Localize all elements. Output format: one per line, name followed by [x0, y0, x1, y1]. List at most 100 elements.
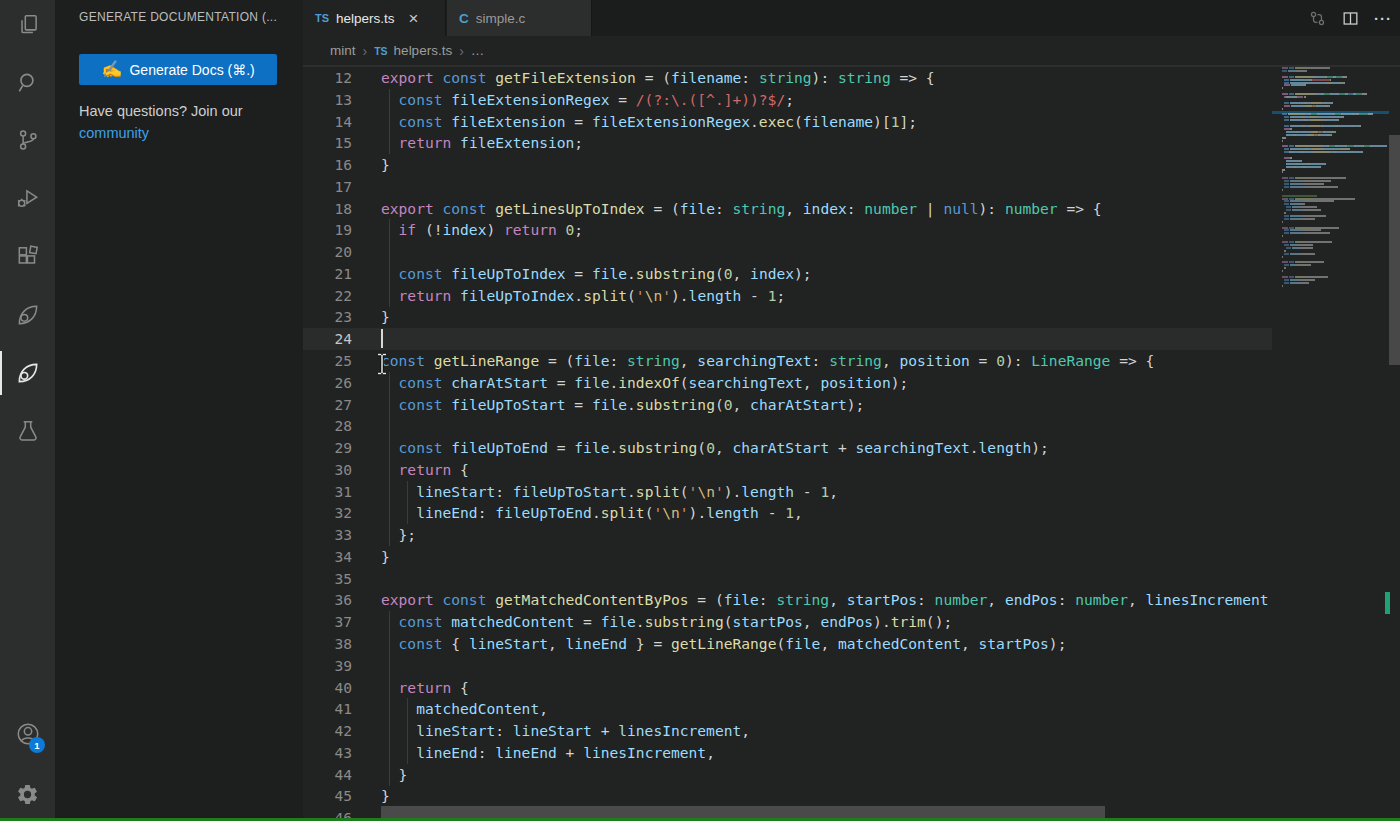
line-number: 15 — [303, 132, 352, 154]
line-number: 26 — [303, 372, 352, 394]
code-line: 32 lineEnd: fileUpToEnd.split('\n').leng… — [303, 502, 1272, 524]
line-number: 33 — [303, 524, 352, 546]
search-icon[interactable] — [0, 58, 55, 106]
minimap-line — [1282, 200, 1334, 202]
accounts-icon[interactable] — [0, 710, 55, 758]
typescript-file-icon: TS — [374, 45, 387, 57]
account-badge: 1 — [29, 737, 45, 753]
minimap-line — [1282, 128, 1292, 130]
code-text: } — [381, 154, 390, 176]
doc-writer-icon[interactable] — [0, 291, 55, 339]
code-line: 35 — [303, 568, 1272, 590]
line-number: 35 — [303, 568, 352, 590]
line-number: 40 — [303, 677, 352, 699]
breadcrumb-more[interactable]: … — [471, 43, 485, 58]
code-text: const getLineRange = (file: string, sear… — [381, 350, 1154, 372]
minimap-line — [1282, 285, 1283, 287]
minimap-line — [1282, 131, 1336, 133]
generate-docs-button[interactable]: ✍ Generate Docs (⌘.) — [79, 54, 277, 85]
indent-guide — [389, 241, 390, 263]
chevron-right-icon: › — [459, 43, 464, 59]
doc-writer-active-icon[interactable] — [0, 349, 55, 397]
minimap-line — [1282, 125, 1361, 127]
typescript-file-icon: TS — [315, 12, 329, 24]
breadcrumb: mint › TS helpers.ts › … — [303, 36, 1400, 67]
minimap-line — [1282, 151, 1363, 153]
minimap-line — [1282, 163, 1326, 165]
code-line: 43 lineEnd: lineEnd + linesIncrement, — [303, 742, 1272, 764]
code-line: 29 const fileUpToEnd = file.substring(0,… — [303, 437, 1272, 459]
code-line: 34} — [303, 546, 1272, 568]
settings-gear-icon[interactable] — [0, 770, 55, 818]
line-number: 39 — [303, 655, 352, 677]
code-text: matchedContent, — [381, 698, 548, 720]
line-number: 42 — [303, 720, 352, 742]
scrollbar-horizontal[interactable] — [381, 806, 1105, 818]
source-control-icon[interactable] — [0, 116, 55, 164]
code-text: }; — [381, 524, 416, 546]
code-text: export const getLinesUpToIndex = (file: … — [381, 198, 1102, 220]
code-line: 19 if (!index) return 0; — [303, 219, 1272, 241]
minimap-line — [1282, 119, 1339, 121]
minimap-line — [1282, 206, 1317, 208]
close-tab-icon[interactable]: × — [409, 10, 419, 27]
code-line: 14 const fileExtension = fileExtensionRe… — [303, 111, 1272, 133]
code-line: 27 const fileUpToStart = file.substring(… — [303, 394, 1272, 416]
code-text: return fileUpToIndex.split('\n').length … — [381, 285, 785, 307]
community-link[interactable]: community — [79, 125, 149, 141]
minimap[interactable] — [1272, 67, 1389, 821]
code-line: 41 matchedContent, — [303, 698, 1272, 720]
code-line: 12 export const getFileExtension = (filen… — [303, 67, 1272, 89]
code-text: lineEnd: lineEnd + linesIncrement, — [381, 742, 715, 764]
code-line: 21 const fileUpToIndex = file.substring(… — [303, 263, 1272, 285]
code-text: return fileExtension; — [381, 132, 583, 154]
line-number: 38 — [303, 633, 352, 655]
code-text: } — [381, 764, 407, 786]
writing-hand-icon: ✍ — [101, 59, 122, 80]
open-changes-icon[interactable] — [1308, 9, 1327, 28]
line-number: 32 — [303, 502, 352, 524]
minimap-line — [1282, 169, 1285, 171]
minimap-line — [1282, 247, 1313, 249]
minimap-line — [1282, 140, 1283, 142]
tab-helpers-ts[interactable]: TS helpers.ts × — [303, 0, 446, 36]
line-number: 12 — [303, 67, 352, 89]
code-line: 33 }; — [303, 524, 1272, 546]
code-text: export const getFileExtension = (filenam… — [381, 67, 935, 89]
breadcrumb-file[interactable]: helpers.ts — [394, 43, 453, 58]
minimap-line — [1282, 134, 1332, 136]
split-editor-icon[interactable] — [1341, 9, 1360, 28]
breadcrumb-folder[interactable]: mint — [330, 43, 356, 58]
line-number: 14 — [303, 111, 352, 133]
minimap-line — [1282, 241, 1332, 243]
minimap-line — [1282, 93, 1367, 95]
code-text: const charAtStart = file.indexOf(searchi… — [381, 372, 908, 394]
chevron-right-icon: › — [363, 43, 368, 59]
tab-simple-c[interactable]: C simple.c — [447, 0, 592, 36]
scrollbar-vertical[interactable] — [1389, 0, 1400, 821]
code-line: 42 lineStart: lineStart + linesIncrement… — [303, 720, 1272, 742]
code-editor[interactable]: 12 export const getFileExtension = (filen… — [303, 67, 1272, 821]
overview-ruler-marker — [1385, 592, 1390, 614]
testing-icon[interactable] — [0, 407, 55, 455]
scrollbar-thumb[interactable] — [1389, 135, 1400, 365]
minimap-line — [1282, 102, 1333, 104]
code-text: return { — [381, 677, 469, 699]
code-text: const fileExtensionRegex = /(?:\.([^.]+)… — [381, 89, 794, 111]
minimap-line — [1282, 209, 1321, 211]
code-line: 44 } — [303, 764, 1272, 786]
line-number: 36 — [303, 589, 352, 611]
extensions-icon[interactable] — [0, 233, 55, 281]
run-debug-icon[interactable] — [0, 174, 55, 222]
minimap-line — [1282, 166, 1321, 168]
minimap-line — [1282, 87, 1283, 89]
line-number: 30 — [303, 459, 352, 481]
code-text: const matchedContent = file.substring(st… — [381, 611, 952, 633]
line-number: 43 — [303, 742, 352, 764]
minimap-line — [1282, 157, 1292, 159]
code-text: const fileUpToEnd = file.substring(0, ch… — [381, 437, 1049, 459]
minimap-line — [1282, 145, 1387, 147]
line-number: 13 — [303, 89, 352, 111]
explorer-icon[interactable] — [0, 1, 55, 49]
line-number: 29 — [303, 437, 352, 459]
